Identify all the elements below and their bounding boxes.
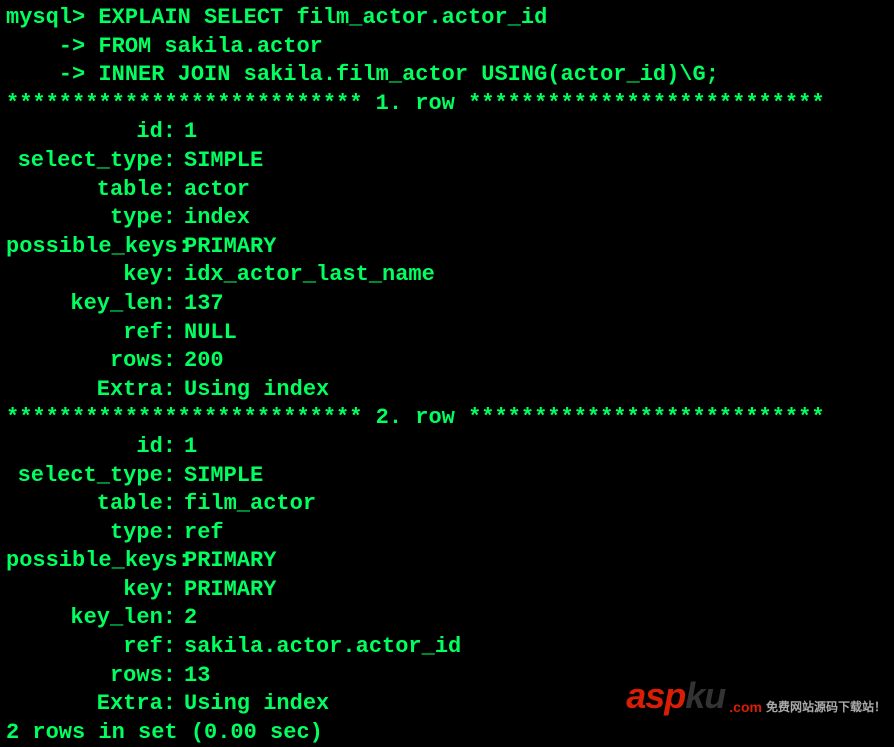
label-ref: ref: [6,633,184,662]
label-id: id: [6,433,184,462]
value-key-len: 137 [184,290,224,319]
value-key: PRIMARY [184,576,276,605]
row2-type: type: ref [6,519,888,548]
row1-ref: ref: NULL [6,319,888,348]
label-key: key: [6,576,184,605]
result-footer: 2 rows in set (0.00 sec) [6,719,888,747]
row1-extra: Extra: Using index [6,376,888,405]
value-id: 1 [184,118,197,147]
value-rows: 200 [184,347,224,376]
value-table: actor [184,176,250,205]
row-separator-1: *************************** 1. row *****… [6,90,888,119]
label-select-type: select_type: [6,147,184,176]
row2-table: table: film_actor [6,490,888,519]
value-type: ref [184,519,224,548]
watermark-logo-red: asp [626,675,685,716]
mysql-prompt-line3: -> INNER JOIN sakila.film_actor USING(ac… [6,61,888,90]
watermark-logo: aspku [626,673,725,720]
label-type: type: [6,519,184,548]
value-extra: Using index [184,376,329,405]
value-select-type: SIMPLE [184,147,263,176]
label-key-len: key_len: [6,604,184,633]
watermark-logo-black: ku [685,675,725,716]
value-key: idx_actor_last_name [184,261,435,290]
watermark-com: .com [729,698,762,716]
label-possible-keys: possible_keys: [6,547,184,576]
row1-key-len: key_len: 137 [6,290,888,319]
label-extra: Extra: [6,690,184,719]
mysql-prompt-line2: -> FROM sakila.actor [6,33,888,62]
value-key-len: 2 [184,604,197,633]
row2-id: id: 1 [6,433,888,462]
value-table: film_actor [184,490,316,519]
value-rows: 13 [184,662,210,691]
value-possible-keys: PRIMARY [184,233,276,262]
row1-type: type: index [6,204,888,233]
row1-rows: rows: 200 [6,347,888,376]
label-table: table: [6,176,184,205]
label-key: key: [6,261,184,290]
row2-key-len: key_len: 2 [6,604,888,633]
watermark: aspku .com 免费网站源码下载站！ [626,673,886,720]
label-select-type: select_type: [6,462,184,491]
row1-key: key: idx_actor_last_name [6,261,888,290]
value-ref: NULL [184,319,237,348]
label-table: table: [6,490,184,519]
value-ref: sakila.actor.actor_id [184,633,461,662]
label-ref: ref: [6,319,184,348]
row2-select-type: select_type: SIMPLE [6,462,888,491]
label-possible-keys: possible_keys: [6,233,184,262]
row1-possible-keys: possible_keys: PRIMARY [6,233,888,262]
value-extra: Using index [184,690,329,719]
label-type: type: [6,204,184,233]
row1-id: id: 1 [6,118,888,147]
label-rows: rows: [6,662,184,691]
value-select-type: SIMPLE [184,462,263,491]
value-type: index [184,204,250,233]
row2-possible-keys: possible_keys: PRIMARY [6,547,888,576]
value-id: 1 [184,433,197,462]
row2-ref: ref: sakila.actor.actor_id [6,633,888,662]
row1-table: table: actor [6,176,888,205]
label-key-len: key_len: [6,290,184,319]
row2-key: key: PRIMARY [6,576,888,605]
row1-select-type: select_type: SIMPLE [6,147,888,176]
row-separator-2: *************************** 2. row *****… [6,404,888,433]
value-possible-keys: PRIMARY [184,547,276,576]
watermark-subtitle: 免费网站源码下载站！ [766,700,886,716]
mysql-prompt-line1: mysql> EXPLAIN SELECT film_actor.actor_i… [6,4,888,33]
label-extra: Extra: [6,376,184,405]
label-id: id: [6,118,184,147]
label-rows: rows: [6,347,184,376]
